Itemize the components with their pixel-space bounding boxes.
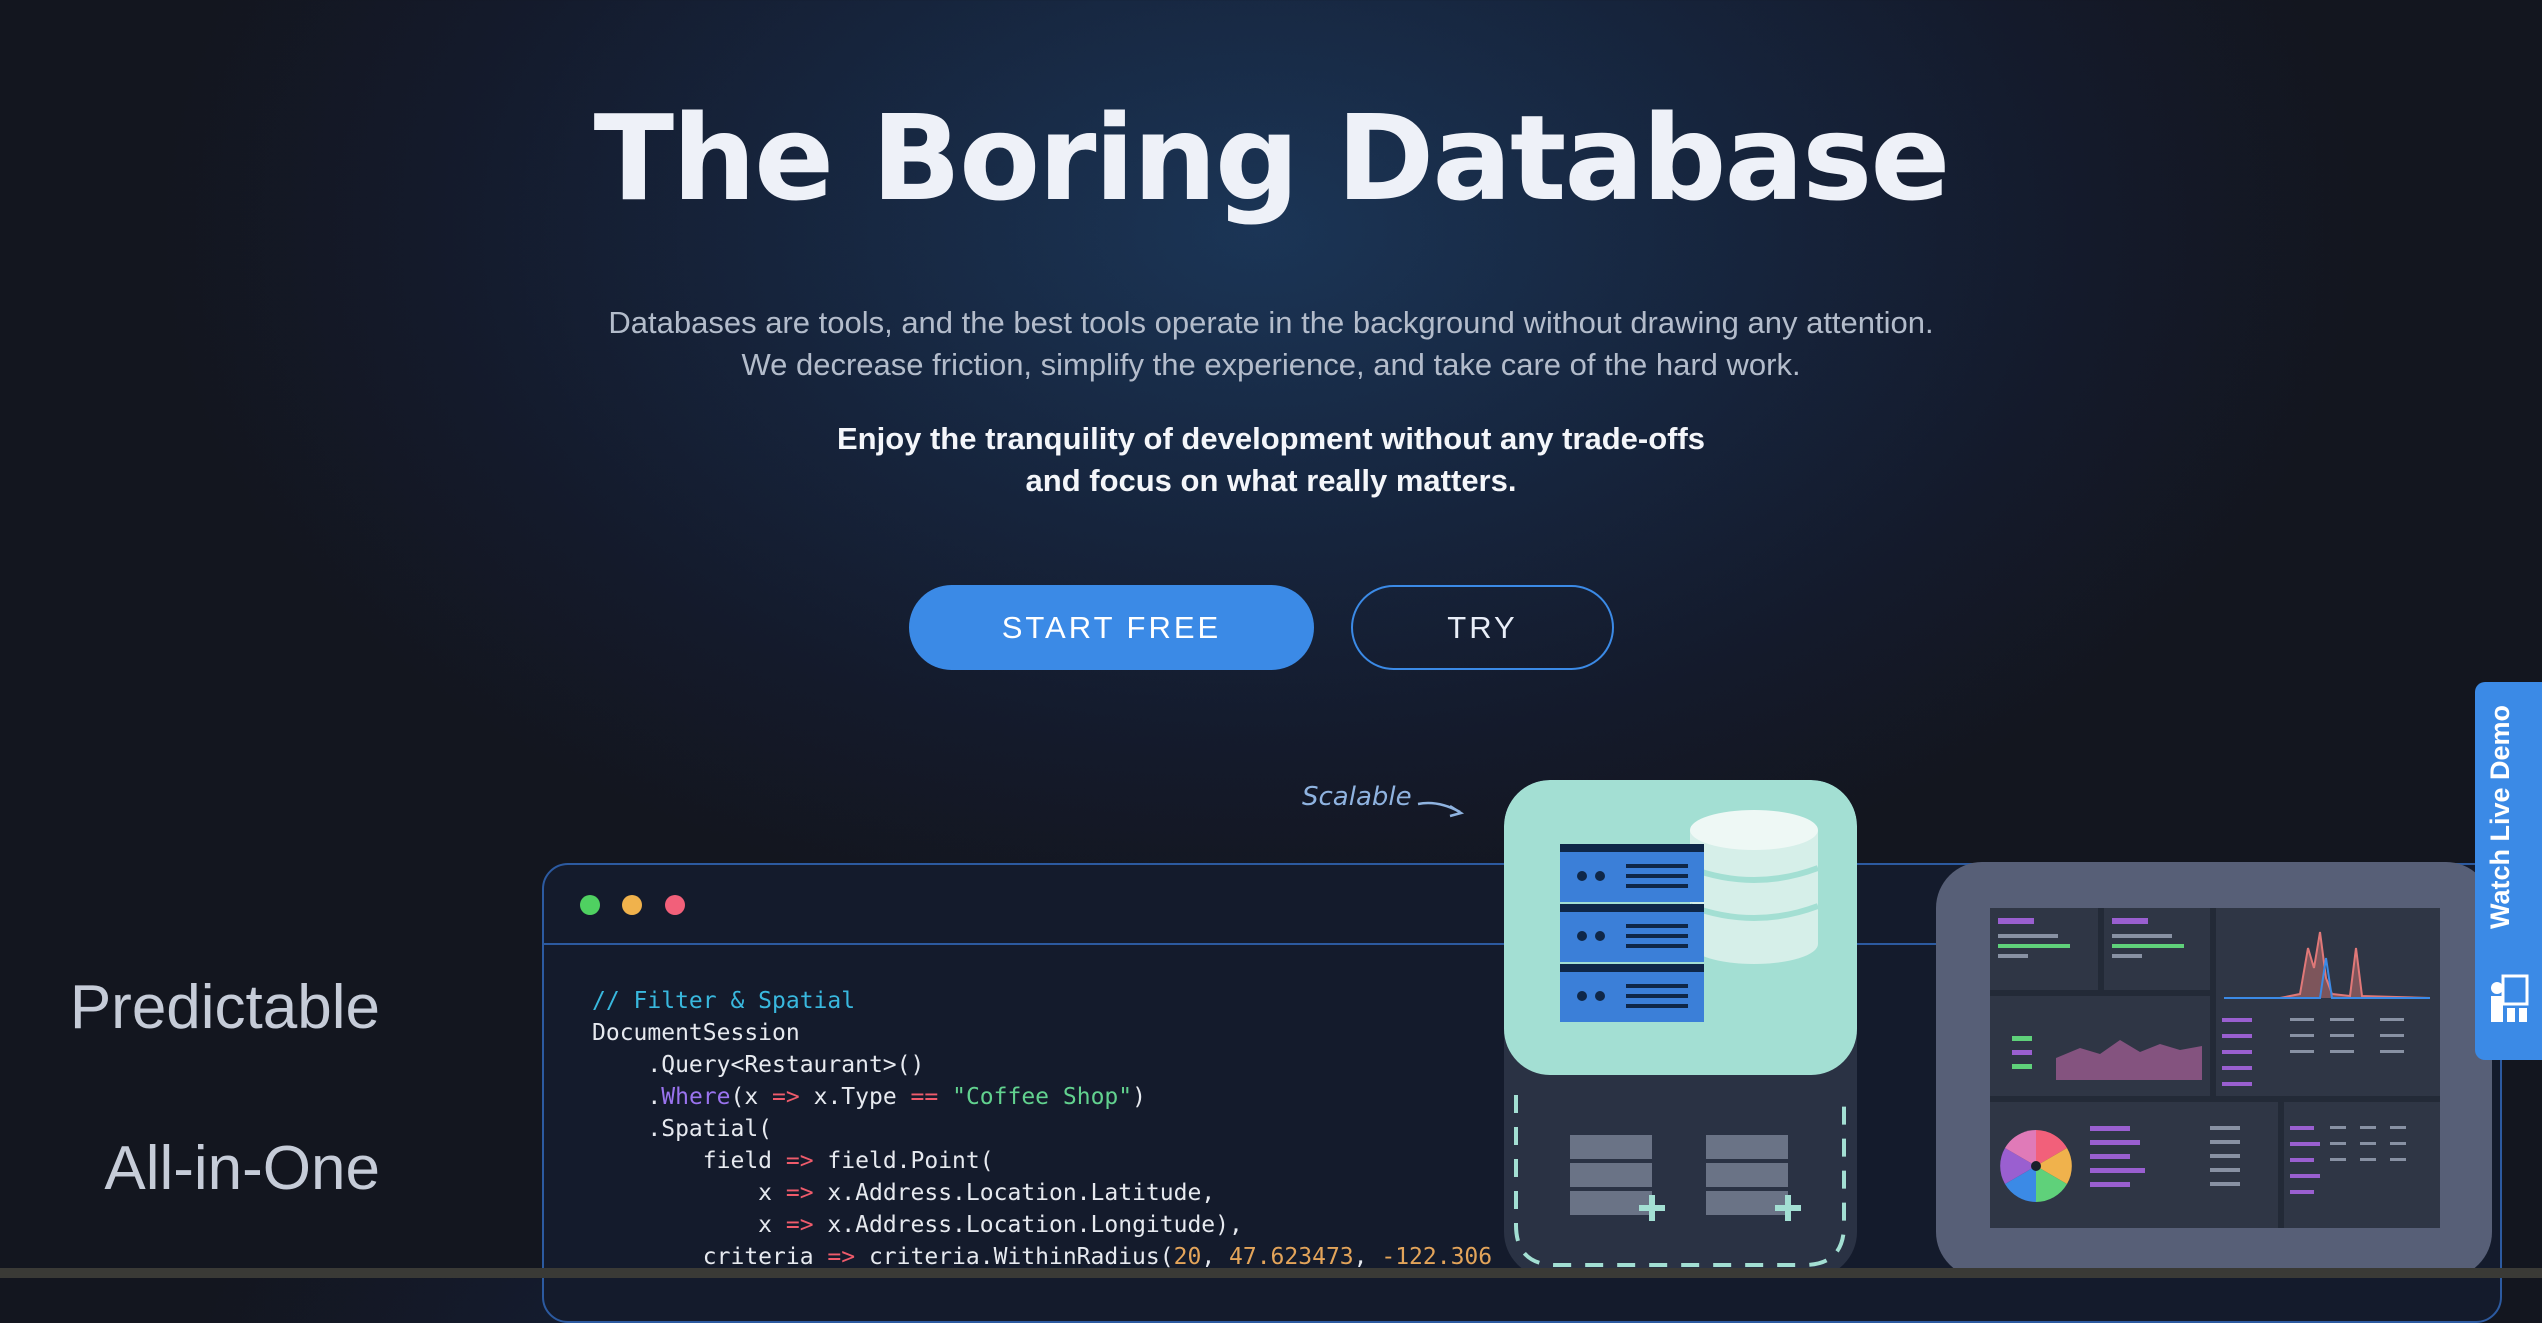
code-token: . xyxy=(592,1084,662,1110)
code-token: x xyxy=(592,1212,786,1238)
add-server-icon xyxy=(1514,1095,1846,1267)
start-free-button[interactable]: START FREE xyxy=(909,585,1314,670)
code-token: , xyxy=(1353,1244,1382,1270)
feature-predictable[interactable]: Predictable xyxy=(0,972,380,1043)
window-dot-yellow-icon xyxy=(622,895,642,915)
dashboard-graphics xyxy=(1998,918,2431,1202)
code-snippet: // Filter & Spatial DocumentSession .Que… xyxy=(592,985,1492,1273)
database-server-icon xyxy=(1560,810,1820,1022)
code-line: DocumentSession xyxy=(592,1020,800,1046)
try-button[interactable]: TRY xyxy=(1351,585,1614,670)
code-token: x.Type xyxy=(799,1084,911,1110)
code-number: -122.306 xyxy=(1381,1244,1493,1270)
bottom-edge xyxy=(0,1268,2542,1278)
code-operator: => xyxy=(785,1148,814,1174)
code-token: x xyxy=(592,1180,786,1206)
scalable-illustration xyxy=(1504,780,1857,1278)
code-line: .Spatial( xyxy=(592,1116,773,1142)
code-comment: // Filter & Spatial xyxy=(592,988,856,1014)
code-line: .Query<Restaurant>() xyxy=(592,1052,925,1078)
dashboard-screen xyxy=(1990,908,2440,1228)
code-operator: == xyxy=(910,1084,939,1110)
window-dot-red-icon xyxy=(665,895,685,915)
code-token: field xyxy=(592,1148,786,1174)
code-token: ) xyxy=(1132,1084,1146,1110)
code-token: field.Point( xyxy=(813,1148,994,1174)
code-token: criteria.WithinRadius( xyxy=(855,1244,1174,1270)
code-token: x.Address.Location.Longitude), xyxy=(813,1212,1243,1238)
watch-live-demo-label: Watch Live Demo xyxy=(2485,704,2515,930)
feature-scalable-label: Scalable xyxy=(1302,782,1412,812)
lead-line-2: We decrease friction, simplify the exper… xyxy=(741,347,1801,382)
code-token: , xyxy=(1201,1244,1230,1270)
code-operator: => xyxy=(827,1244,856,1270)
tagline-line-2: and focus on what really matters. xyxy=(1025,463,1517,498)
scalable-arrow-icon xyxy=(1417,801,1465,818)
code-operator: => xyxy=(772,1084,800,1110)
watch-live-demo-button[interactable]: Watch Live Demo xyxy=(2475,682,2542,1060)
code-token: criteria xyxy=(592,1244,828,1270)
code-number: 20 xyxy=(1173,1244,1202,1270)
code-operator: => xyxy=(785,1212,814,1238)
tagline-line-1: Enjoy the tranquility of development wit… xyxy=(836,421,1706,456)
page-title: The Boring Database xyxy=(593,89,1951,227)
window-dot-green-icon xyxy=(580,895,600,915)
feature-all-in-one[interactable]: All-in-One xyxy=(0,1133,380,1204)
code-token: x.Address.Location.Latitude, xyxy=(813,1180,1216,1206)
database-server-panel xyxy=(1504,780,1857,1075)
code-number: 47.623473 xyxy=(1229,1244,1354,1270)
dashboard-illustration xyxy=(1936,862,2492,1278)
code-operator: => xyxy=(785,1180,814,1206)
lead-line-1: Databases are tools, and the best tools … xyxy=(608,305,1934,340)
presenter-icon xyxy=(2491,974,2529,1022)
code-string: "Coffee Shop" xyxy=(952,1084,1133,1110)
code-keyword: Where xyxy=(661,1084,731,1110)
code-token: (x xyxy=(730,1084,773,1110)
